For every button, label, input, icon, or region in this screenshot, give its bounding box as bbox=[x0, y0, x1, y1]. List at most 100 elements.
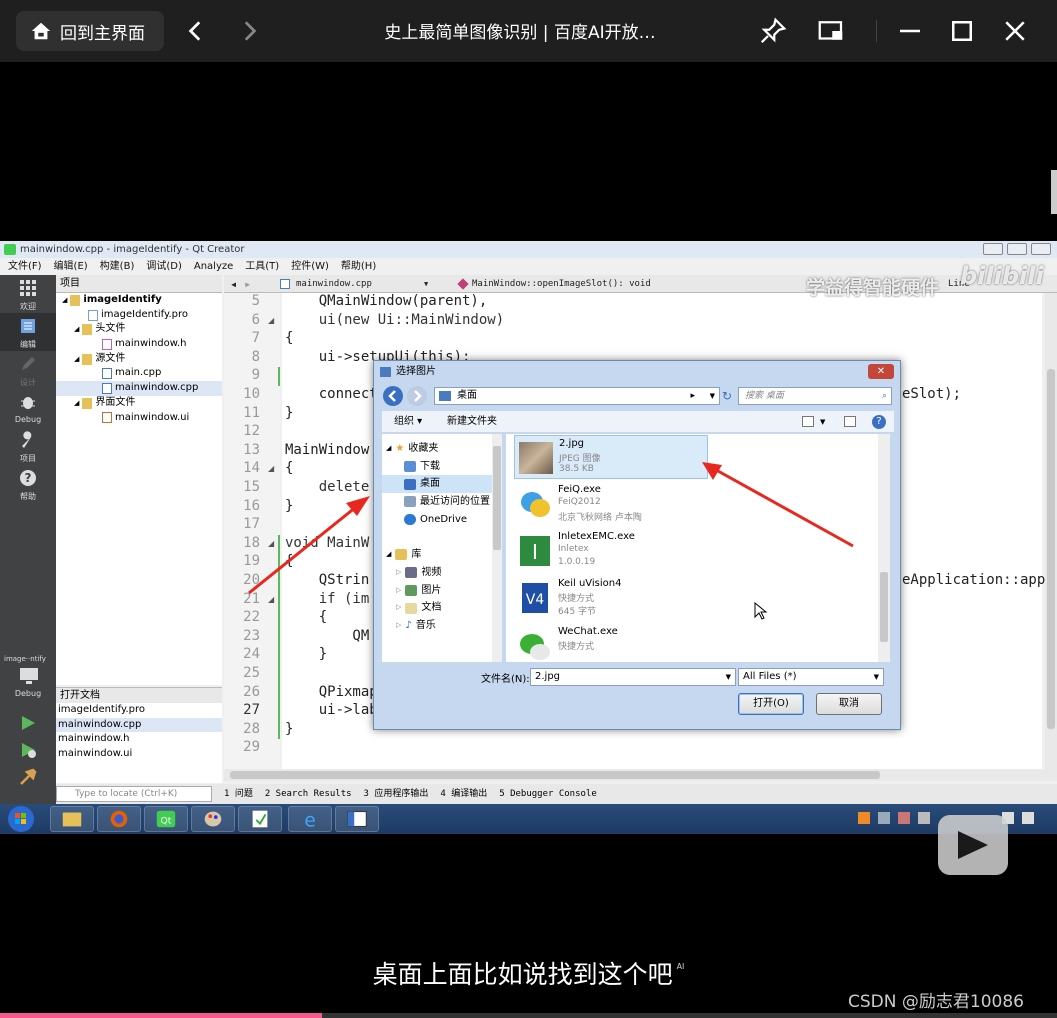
view-dropdown-icon[interactable]: ▼ bbox=[820, 411, 825, 433]
tree-item[interactable]: imageIdentify.pro bbox=[56, 308, 222, 323]
file-item[interactable]: I InletexEMC.exe Inletex 1.0.0.19 bbox=[514, 529, 708, 573]
file-list-scrollbar[interactable] bbox=[878, 434, 890, 662]
search-input[interactable]: 搜索 桌面 ⌕ bbox=[738, 387, 892, 405]
build-hammer-icon[interactable] bbox=[19, 768, 37, 786]
new-folder-button[interactable]: 新建文件夹 bbox=[447, 411, 497, 433]
taskbar-notepad[interactable] bbox=[238, 806, 282, 832]
fold-marker-icon[interactable]: ◢ bbox=[268, 539, 274, 548]
video-progress-bar[interactable] bbox=[0, 1013, 1057, 1018]
run-icon[interactable] bbox=[19, 714, 37, 732]
tree-item[interactable]: ◢ imageIdentify bbox=[56, 293, 222, 308]
minimize-icon[interactable] bbox=[895, 16, 925, 46]
menu-analyze[interactable]: Analyze bbox=[194, 258, 233, 275]
open-doc-item[interactable]: mainwindow.ui bbox=[56, 747, 222, 762]
file-item[interactable]: FeiQ.exe FeiQ2012 北京飞秋网络 卢本陶 bbox=[514, 482, 708, 526]
tray-app-icon[interactable] bbox=[878, 812, 890, 824]
file-type-select[interactable]: All Files (*) ▼ bbox=[738, 668, 884, 686]
fold-marker-icon[interactable]: ◢ bbox=[268, 316, 274, 325]
nav-item-onedrive[interactable]: OneDrive bbox=[382, 511, 502, 529]
locator-input[interactable]: Type to locate (Ctrl+K) bbox=[56, 786, 212, 802]
nav-item-recent[interactable]: 最近访问的位置 bbox=[382, 493, 502, 511]
nav-scrollbar[interactable] bbox=[492, 434, 502, 662]
file-item[interactable]: WeChat.exe 快捷方式 bbox=[514, 624, 708, 662]
output-tab-search[interactable]: 2 Search Results bbox=[265, 784, 352, 804]
output-tab-compile[interactable]: 4 编译输出 bbox=[440, 784, 487, 804]
output-tab-debugger[interactable]: 5 Debugger Console bbox=[499, 784, 597, 804]
back-circle-icon[interactable] bbox=[382, 385, 404, 407]
nav-item-downloads[interactable]: 下载 bbox=[382, 458, 502, 476]
tree-item[interactable]: ◢ 头文件 bbox=[56, 322, 222, 337]
dialog-close-button[interactable]: ✕ bbox=[868, 364, 894, 379]
monitor-icon[interactable] bbox=[18, 667, 40, 685]
filename-dropdown-icon[interactable]: ▼ bbox=[726, 669, 731, 685]
debug-run-icon[interactable] bbox=[19, 741, 37, 759]
fold-marker-icon[interactable]: ◢ bbox=[268, 595, 274, 604]
menu-edit[interactable]: 编辑(E) bbox=[54, 258, 88, 275]
start-orb-icon[interactable] bbox=[6, 805, 36, 833]
tree-item[interactable]: ◢ 界面文件 bbox=[56, 396, 222, 411]
file-item[interactable]: V4 Keil uVision4 快捷方式 645 字节 bbox=[514, 576, 708, 620]
taskbar-explorer[interactable] bbox=[50, 806, 94, 832]
qt-close-button[interactable] bbox=[1031, 243, 1051, 255]
editor-vertical-scrollbar[interactable] bbox=[1045, 293, 1057, 769]
open-doc-item[interactable]: mainwindow.h bbox=[56, 732, 222, 747]
taskbar-firefox[interactable] bbox=[97, 806, 141, 832]
qt-restore-button[interactable] bbox=[1007, 243, 1027, 255]
mode-debug[interactable]: Debug bbox=[0, 389, 56, 427]
search-icon[interactable]: ⌕ bbox=[882, 388, 887, 404]
close-icon[interactable] bbox=[1000, 16, 1030, 46]
tray-app-icon[interactable] bbox=[858, 812, 870, 824]
back-nav-icon[interactable]: ◂ bbox=[230, 275, 237, 293]
filename-input[interactable]: 2.jpg ▼ bbox=[530, 668, 736, 686]
back-arrow-icon[interactable] bbox=[183, 18, 209, 44]
mode-design[interactable]: 设计 bbox=[0, 351, 56, 389]
pin-icon[interactable] bbox=[758, 16, 788, 46]
nav-group-libraries[interactable]: ◢ 库 bbox=[382, 546, 502, 564]
forward-circle-icon[interactable] bbox=[406, 385, 428, 407]
tree-item[interactable]: mainwindow.h bbox=[56, 337, 222, 352]
nav-item-pictures[interactable]: ▷ 图片 bbox=[382, 582, 502, 600]
forward-nav-icon[interactable]: ▸ bbox=[244, 275, 251, 293]
mode-projects[interactable]: 项目 bbox=[0, 427, 56, 465]
tray-app-icon[interactable] bbox=[918, 812, 930, 824]
qt-minimize-button[interactable] bbox=[983, 243, 1003, 255]
tray-app-icon[interactable] bbox=[898, 812, 910, 824]
home-button[interactable]: 回到主界面 bbox=[16, 11, 164, 51]
address-dropdown-icon[interactable]: ▼ bbox=[710, 388, 715, 404]
menu-widgets[interactable]: 控件(W) bbox=[291, 258, 329, 275]
menu-build[interactable]: 构建(B) bbox=[100, 258, 135, 275]
output-tab-app[interactable]: 3 应用程序输出 bbox=[364, 784, 429, 804]
maximize-icon[interactable] bbox=[947, 16, 977, 46]
open-doc-item[interactable]: mainwindow.cpp bbox=[56, 717, 222, 732]
tree-item[interactable]: mainwindow.cpp bbox=[56, 381, 222, 396]
view-options-icon[interactable] bbox=[802, 416, 814, 427]
nav-item-documents[interactable]: ▷ 文档 bbox=[382, 599, 502, 617]
organize-button[interactable]: 组织 ▾ bbox=[394, 411, 422, 433]
taskbar-ie[interactable]: e bbox=[288, 806, 332, 832]
taskbar-qtcreator[interactable]: Qt bbox=[144, 806, 188, 832]
tree-item[interactable]: mainwindow.ui bbox=[56, 411, 222, 426]
mode-help[interactable]: ? 帮助 bbox=[0, 465, 56, 503]
tray-volume-icon[interactable] bbox=[1022, 812, 1034, 824]
help-icon[interactable]: ? bbox=[872, 415, 886, 429]
nav-group-favorites[interactable]: ◢ ★ 收藏夹 bbox=[382, 440, 502, 458]
breadcrumb-arrow-icon[interactable]: ▸ bbox=[690, 388, 695, 404]
editor-horizontal-scrollbar[interactable] bbox=[224, 769, 1057, 781]
menu-help[interactable]: 帮助(H) bbox=[341, 258, 376, 275]
refresh-icon[interactable]: ↻ bbox=[722, 389, 732, 403]
fold-marker-icon[interactable]: ◢ bbox=[268, 464, 274, 473]
file-type-dropdown-icon[interactable]: ▼ bbox=[874, 669, 879, 685]
preview-pane-icon[interactable] bbox=[844, 416, 856, 427]
menu-debug[interactable]: 调试(D) bbox=[146, 258, 182, 275]
tree-item[interactable]: ◢ 源文件 bbox=[56, 352, 222, 367]
file-item[interactable]: 2.jpg JPEG 图像 38.5 KB bbox=[514, 435, 708, 479]
open-doc-item[interactable]: imageIdentify.pro bbox=[56, 703, 222, 718]
menu-tools[interactable]: 工具(T) bbox=[245, 258, 279, 275]
nav-item-music[interactable]: ▷ ♪ 音乐 bbox=[382, 617, 502, 635]
menu-file[interactable]: 文件(F) bbox=[8, 258, 42, 275]
address-bar[interactable]: 桌面 ▸ ▼ bbox=[434, 387, 720, 405]
forward-arrow-icon[interactable] bbox=[236, 18, 262, 44]
nav-item-desktop[interactable]: 桌面 bbox=[382, 475, 502, 494]
open-button[interactable]: 打开(O) bbox=[738, 693, 804, 715]
mode-welcome[interactable]: 欢迎 bbox=[0, 275, 56, 313]
